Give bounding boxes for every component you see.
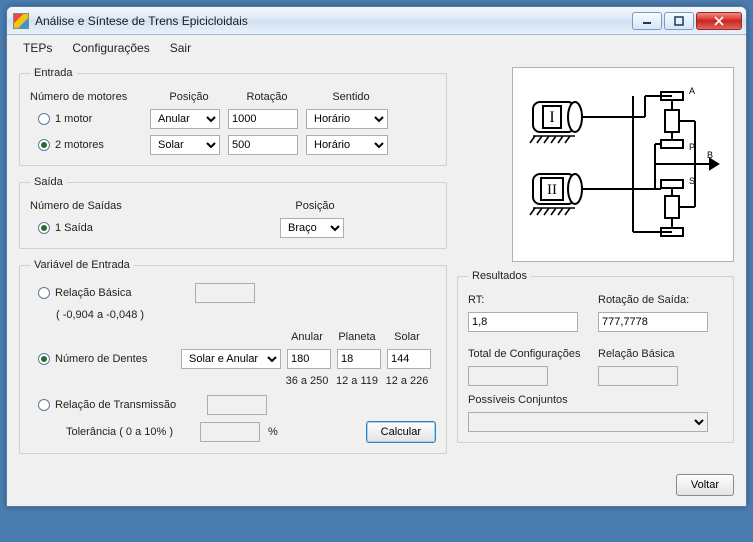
radio-1motor-label: 1 motor <box>55 113 92 125</box>
menubar: TEPs Configurações Sair <box>7 35 746 61</box>
saida-legend: Saída <box>30 176 67 188</box>
hdr-posicao: Posição <box>150 91 228 103</box>
sentido1-select[interactable]: Horário <box>306 109 388 129</box>
total-config-label: Total de Configurações <box>468 348 598 360</box>
num-motores-label: Número de motores <box>30 91 150 103</box>
solar-input[interactable] <box>387 349 431 369</box>
radio-rel-trans[interactable] <box>38 399 50 411</box>
svg-text:II: II <box>547 182 557 198</box>
svg-text:A: A <box>689 86 695 96</box>
hdr-rotacao: Rotação <box>228 91 306 103</box>
radio-rel-basica[interactable] <box>38 287 50 299</box>
menu-teps[interactable]: TEPs <box>23 41 52 55</box>
posicao2-select[interactable]: Solar <box>150 135 220 155</box>
total-config-output <box>468 366 548 386</box>
num-dentes-label: Número de Dentes <box>55 353 181 365</box>
rt-label: RT: <box>468 294 598 306</box>
dentes-mode-select[interactable]: Solar e Anular <box>181 349 281 369</box>
sentido2-select[interactable]: Horário <box>306 135 388 155</box>
num-saidas-label: Número de Saídas <box>30 200 280 212</box>
radio-2motores-label: 2 motores <box>55 139 104 151</box>
resultados-group: Resultados RT: Rotação de Saída: Total d… <box>457 270 734 443</box>
hdr-solar: Solar <box>382 331 432 343</box>
svg-text:I: I <box>549 109 554 126</box>
svg-text:S: S <box>689 176 695 186</box>
pct-label: % <box>268 426 278 438</box>
radio-1motor[interactable] <box>38 113 50 125</box>
hdr-planeta: Planeta <box>332 331 382 343</box>
rt-output[interactable] <box>468 312 578 332</box>
res-rel-basica-output <box>598 366 678 386</box>
window-title: Análise e Síntese de Trens Epicicloidais <box>35 14 632 28</box>
rot-saida-output[interactable] <box>598 312 708 332</box>
rel-basica-input <box>195 283 255 303</box>
rel-trans-label: Relação de Transmissão <box>55 399 207 411</box>
planeta-input[interactable] <box>337 349 381 369</box>
posicao1-select[interactable]: Anular <box>150 109 220 129</box>
radio-1saida[interactable] <box>38 222 50 234</box>
rotacao2-input[interactable] <box>228 135 298 155</box>
res-rel-basica-label: Relação Básica <box>598 348 674 360</box>
app-window: Análise e Síntese de Trens Epicicloidais… <box>6 6 747 507</box>
hdr-sentido: Sentido <box>306 91 396 103</box>
possiveis-label: Possíveis Conjuntos <box>468 394 568 406</box>
var-group: Variável de Entrada Relação Básica ( -0,… <box>19 259 447 454</box>
anular-input[interactable] <box>287 349 331 369</box>
saida-group: Saída Número de Saídas Posição 1 Saída B… <box>19 176 447 249</box>
tol-label: Tolerância ( 0 a 10% ) <box>66 426 200 438</box>
svg-text:B: B <box>707 150 713 160</box>
rel-basica-label: Relação Básica <box>55 287 195 299</box>
saida-hdr-posicao: Posição <box>280 200 350 212</box>
voltar-button[interactable]: Voltar <box>676 474 734 496</box>
rel-trans-input <box>207 395 267 415</box>
range-anular: 36 a 250 <box>282 375 332 387</box>
app-icon <box>13 13 29 29</box>
radio-num-dentes[interactable] <box>38 353 50 365</box>
menu-config[interactable]: Configurações <box>72 41 149 55</box>
maximize-button[interactable] <box>664 12 694 30</box>
titlebar[interactable]: Análise e Síntese de Trens Epicicloidais <box>7 7 746 35</box>
radio-2motores[interactable] <box>38 139 50 151</box>
hdr-anular: Anular <box>282 331 332 343</box>
entrada-group: Entrada Número de motores Posição Rotaçã… <box>19 67 447 166</box>
menu-sair[interactable]: Sair <box>170 41 191 55</box>
close-button[interactable] <box>696 12 742 30</box>
diagram: I II <box>512 67 734 262</box>
entrada-legend: Entrada <box>30 67 77 79</box>
saida-posicao-select[interactable]: Braço <box>280 218 344 238</box>
rotacao1-input[interactable] <box>228 109 298 129</box>
radio-1saida-label: 1 Saída <box>55 222 93 234</box>
calcular-button[interactable]: Calcular <box>366 421 436 443</box>
range-solar: 12 a 226 <box>382 375 432 387</box>
range-planeta: 12 a 119 <box>332 375 382 387</box>
tol-input <box>200 422 260 442</box>
rot-saida-label: Rotação de Saída: <box>598 294 689 306</box>
resultados-legend: Resultados <box>468 270 531 282</box>
minimize-button[interactable] <box>632 12 662 30</box>
var-legend: Variável de Entrada <box>30 259 134 271</box>
svg-text:P: P <box>689 142 695 152</box>
possiveis-select[interactable] <box>468 412 708 432</box>
rel-basica-range: ( -0,904 a -0,048 ) <box>56 309 144 321</box>
